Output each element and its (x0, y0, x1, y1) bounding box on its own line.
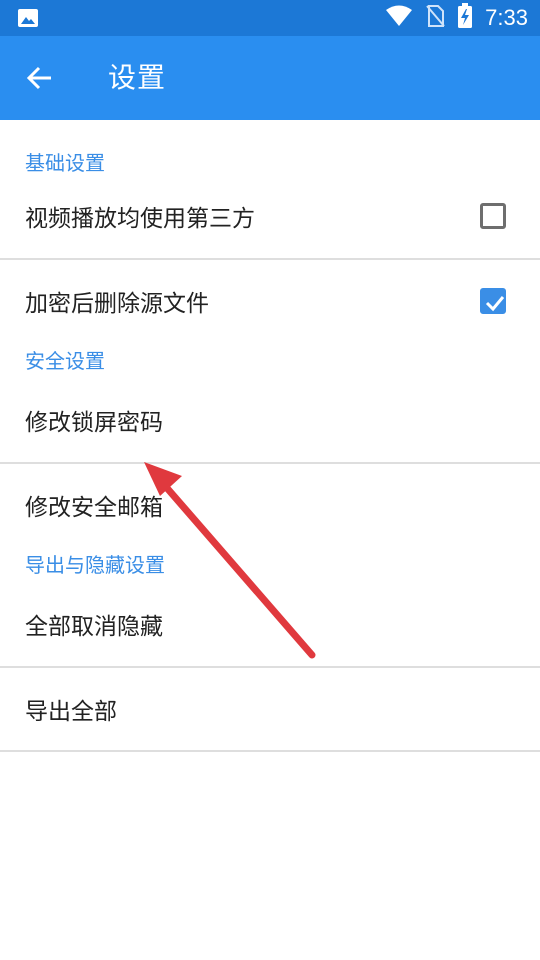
status-bar: 7:33 (0, 0, 540, 36)
status-icons: 7:33 (385, 3, 528, 33)
no-sim-icon (425, 4, 445, 32)
setting-change-lock-password[interactable]: 修改锁屏密码 (0, 378, 540, 462)
app-bar: 设置 (0, 36, 540, 120)
checkbox-delete-source-after-encrypt[interactable] (480, 288, 506, 314)
section-title: 基础设置 (25, 151, 105, 175)
back-button[interactable] (22, 60, 58, 96)
setting-third-party-player[interactable]: 视频播放均使用第三方 (0, 174, 540, 258)
wifi-icon (385, 4, 413, 32)
page-title: 设置 (108, 61, 167, 94)
settings-list: 基础设置 视频播放均使用第三方 加密后删除源文件 安全设置 修改锁屏密码 修改安… (0, 120, 540, 752)
setting-delete-source-after-encrypt[interactable]: 加密后删除源文件 (0, 260, 540, 342)
setting-label: 修改锁屏密码 (25, 410, 163, 436)
setting-label: 加密后删除源文件 (25, 291, 209, 317)
section-header-basic: 基础设置 (0, 120, 540, 175)
battery-charging-icon (457, 3, 473, 33)
section-title: 导出与隐藏设置 (25, 553, 165, 577)
check-icon (485, 296, 505, 312)
checkbox-third-party-player[interactable] (480, 203, 506, 229)
status-time: 7:33 (485, 5, 528, 30)
setting-unhide-all[interactable]: 全部取消隐藏 (0, 582, 540, 666)
setting-label: 导出全部 (25, 699, 117, 725)
setting-label: 视频播放均使用第三方 (25, 206, 255, 232)
setting-change-security-email[interactable]: 修改安全邮箱 (0, 464, 540, 546)
image-icon (16, 6, 40, 30)
setting-label: 修改安全邮箱 (25, 495, 163, 521)
setting-export-all[interactable]: 导出全部 (0, 668, 540, 750)
section-title: 安全设置 (25, 349, 105, 373)
arrow-back-icon (26, 66, 51, 90)
setting-label: 全部取消隐藏 (25, 614, 163, 640)
divider (0, 750, 540, 752)
